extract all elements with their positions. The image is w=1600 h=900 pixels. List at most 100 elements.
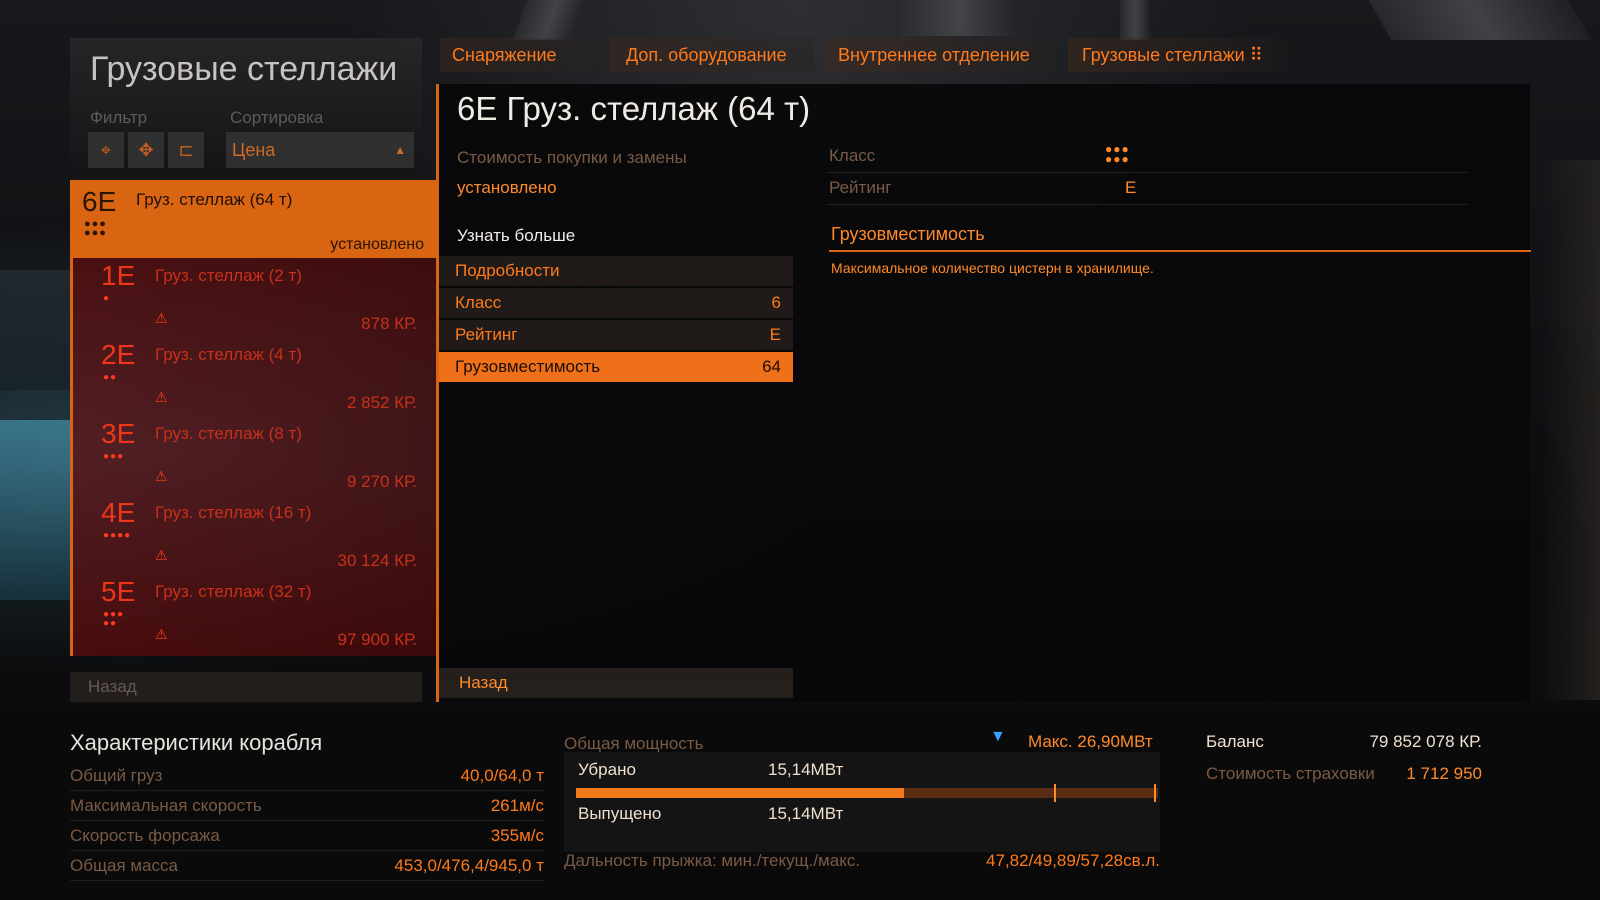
detail-row-details[interactable]: Подробности: [439, 256, 793, 286]
stat-value: 453,0/476,4/945,0 т: [394, 856, 544, 875]
item-status: установлено: [330, 236, 424, 253]
power-box: Убрано 15,14МВт Выпущено 15,14МВт: [564, 752, 1160, 852]
left-back-button[interactable]: Назад: [70, 672, 422, 702]
deployed-value: 15,14МВт: [768, 804, 844, 823]
list-item[interactable]: 5E ●●● ●● Груз. стеллаж (32 т) ⚠ 97 900 К…: [73, 574, 425, 653]
power-threshold-marker: [1054, 784, 1056, 802]
stat-label: Максимальная скорость: [70, 796, 262, 815]
tag-icon: ⊏: [178, 140, 194, 160]
row-value: 6: [771, 293, 781, 312]
target-icon: ✥: [138, 140, 154, 160]
insurance-row: Стоимость страховки 1 712 950: [1206, 760, 1482, 788]
detail-back-button[interactable]: Назад: [439, 668, 793, 698]
deployed-label: Выпущено: [578, 804, 662, 823]
sort-value: Цена: [232, 140, 276, 160]
item-price: 9 270 КР.: [346, 472, 417, 491]
row-key: Рейтинг: [455, 325, 518, 344]
capacity-divider: [829, 250, 1531, 252]
stat-value: 40,0/64,0 т: [460, 766, 544, 785]
class-dots-icon: ●: [103, 293, 111, 304]
row-key: Грузовместимость: [455, 357, 601, 376]
tab-cargo-racks[interactable]: Грузовые стеллажи ⠿: [1068, 38, 1288, 72]
jump-range-label: Дальность прыжка: мин./текущ./макс.: [564, 851, 861, 870]
module-list: 1E ● Груз. стеллаж (2 т) ⚠ 878 КР. 2E ●●…: [70, 258, 436, 656]
class-dots-icon: ●●●: [103, 451, 125, 462]
retracted-value: 15,14МВт: [768, 760, 844, 779]
power-max-marker: [1154, 784, 1156, 802]
power-plant-icon: ▼: [990, 728, 1006, 745]
module-list-header: Грузовые стеллажи Фильтр Сортировка ⌖ ✥ …: [70, 38, 422, 178]
detail-row-class[interactable]: Класс 6: [439, 288, 793, 318]
item-code: 5E: [101, 576, 136, 607]
warning-icon: ⚠: [155, 310, 168, 326]
triangle-up-icon: ▲: [394, 143, 406, 157]
item-price: 97 900 КР.: [337, 630, 417, 649]
list-item[interactable]: 1E ● Груз. стеллаж (2 т) ⚠ 878 КР.: [73, 258, 425, 337]
item-price: 30 124 КР.: [337, 551, 417, 570]
stat-row-max-speed: Максимальная скорость 261м/с: [70, 792, 544, 821]
list-item[interactable]: 4E ●●●● Груз. стеллаж (16 т) ⚠ 30 124 КР…: [73, 495, 425, 574]
item-code: 6E: [82, 186, 117, 217]
item-price: 878 КР.: [361, 314, 417, 333]
row-value: 64: [762, 357, 781, 376]
stat-row-mass: Общая масса 453,0/476,4/945,0 т: [70, 852, 544, 881]
filter-crosshair-button[interactable]: ⌖: [88, 132, 124, 168]
class-dots-icon: ●●● ●●●: [1105, 142, 1130, 166]
power-usage-bar: [576, 784, 1158, 802]
class-label: Класс: [829, 146, 876, 165]
learn-more-heading: Узнать больше: [457, 226, 576, 245]
capacity-description: Максимальное количество цистерн в хранил…: [831, 260, 1154, 276]
class-dots-icon: ●●●●: [103, 530, 132, 541]
filter-tag-button[interactable]: ⊏: [168, 132, 204, 168]
sort-label: Сортировка: [230, 108, 324, 127]
stat-label: Общая масса: [70, 856, 178, 875]
class-dots-icon: ●●: [103, 372, 118, 383]
row-key: Класс: [455, 293, 502, 312]
item-name: Груз. стеллаж (2 т): [155, 266, 302, 285]
cost-value: установлено: [457, 178, 557, 197]
warning-icon: ⚠: [155, 547, 168, 563]
jump-range-value: 47,82/49,89/57,28св.л.: [986, 851, 1160, 870]
row-value: E: [769, 325, 781, 344]
stat-row-cargo: Общий груз 40,0/64,0 т: [70, 762, 544, 791]
jump-range-row: Дальность прыжка: мин./текущ./макс. 47,8…: [564, 848, 1160, 874]
item-name: Груз. стеллаж (4 т): [155, 345, 302, 364]
module-title: 6E Груз. стеллаж (64 т): [457, 90, 811, 127]
item-name: Груз. стеллаж (64 т): [136, 190, 293, 209]
item-code: 2E: [101, 339, 136, 370]
sort-select[interactable]: Цена ▲: [226, 132, 414, 168]
tab-optional-equipment[interactable]: Доп. оборудование: [610, 38, 814, 72]
retracted-label: Убрано: [578, 760, 636, 779]
filter-target-button[interactable]: ✥: [128, 132, 164, 168]
balance-row: Баланс 79 852 078 КР.: [1206, 728, 1482, 756]
capacity-title: Грузовместимость: [831, 224, 985, 244]
list-item[interactable]: 3E ●●● Груз. стеллаж (8 т) ⚠ 9 270 КР.: [73, 416, 425, 495]
power-max: Макс. 26,90МВт: [1028, 732, 1153, 751]
item-name: Груз. стеллаж (32 т): [155, 582, 312, 601]
balance-label: Баланс: [1206, 732, 1264, 751]
item-name: Груз. стеллаж (16 т): [155, 503, 312, 522]
tab-equipment[interactable]: Снаряжение: [440, 38, 602, 72]
balance-value: 79 852 078 КР.: [1369, 732, 1482, 751]
warning-icon: ⚠: [155, 468, 168, 484]
stat-label: Скорость форсажа: [70, 826, 220, 845]
stat-row-boost-speed: Скорость форсажа 355м/с: [70, 822, 544, 851]
tab-internal-compartment[interactable]: Внутреннее отделение: [824, 38, 1060, 72]
item-code: 3E: [101, 418, 136, 449]
ship-stats-title: Характеристики корабля: [70, 730, 323, 755]
list-item-selected[interactable]: 6E ●●● ●●● Груз. стеллаж (64 т) установле…: [70, 180, 436, 258]
row-key: Подробности: [455, 261, 560, 280]
cost-label: Стоимость покупки и замены: [457, 148, 687, 167]
list-item[interactable]: 2E ●● Груз. стеллаж (4 т) ⚠ 2 852 КР.: [73, 337, 425, 416]
ship-status-bar: Характеристики корабля Общий груз 40,0/6…: [0, 712, 1600, 900]
stat-label: Общий груз: [70, 766, 163, 785]
insurance-value: 1 712 950: [1406, 764, 1482, 783]
detail-row-rating[interactable]: Рейтинг E: [439, 320, 793, 350]
item-code: 4E: [101, 497, 136, 528]
detail-row-capacity[interactable]: Грузовместимость 64: [439, 352, 793, 382]
warning-icon: ⚠: [155, 626, 168, 642]
item-price: 2 852 КР.: [346, 393, 417, 412]
stat-value: 261м/с: [490, 796, 544, 815]
insurance-label: Стоимость страховки: [1206, 764, 1375, 783]
item-name: Груз. стеллаж (8 т): [155, 424, 302, 443]
